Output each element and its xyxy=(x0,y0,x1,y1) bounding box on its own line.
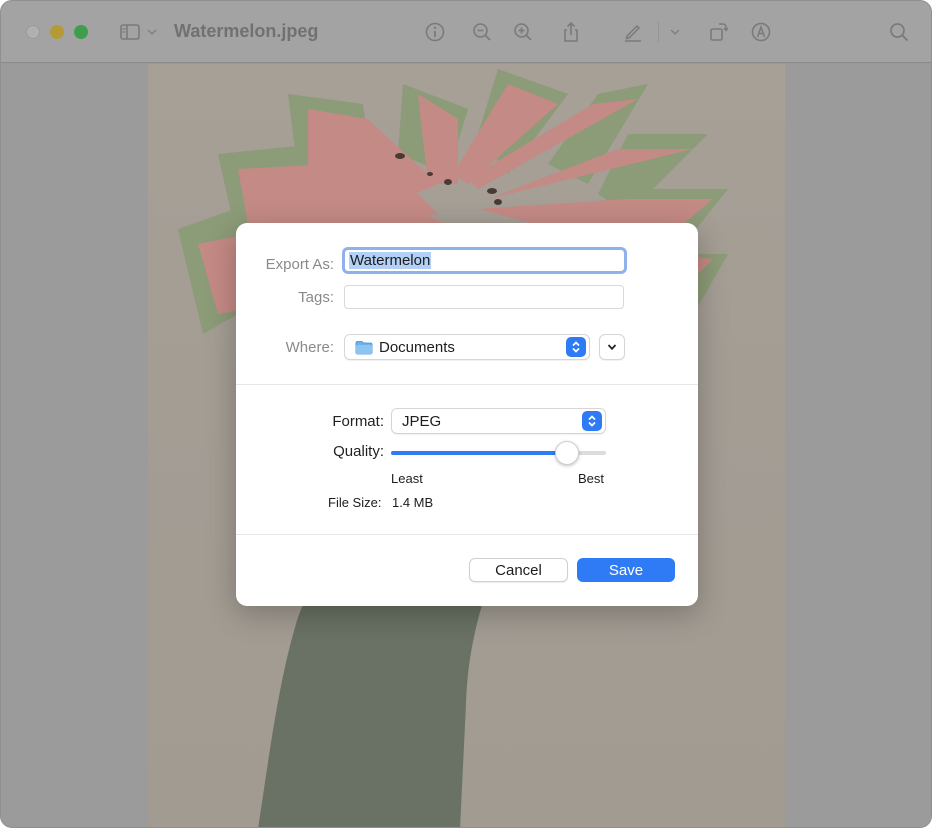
file-size-label: File Size: xyxy=(328,495,382,510)
tags-label: Tags: xyxy=(298,289,334,306)
window-title: Watermelon.jpeg xyxy=(174,21,319,41)
quality-slider-fill xyxy=(391,451,568,455)
tags-field[interactable] xyxy=(344,285,624,309)
expand-location-button[interactable] xyxy=(599,334,625,360)
zoom-in-icon[interactable] xyxy=(510,19,536,45)
export-as-label: Export As: xyxy=(265,256,334,273)
where-value: Documents xyxy=(379,338,455,356)
file-size-value: 1.4 MB xyxy=(392,495,434,510)
preview-window: Watermelon.jpeg Export As: Watermelon Ta… xyxy=(0,0,932,828)
close-window-button[interactable] xyxy=(26,25,40,39)
quality-min-label: Least xyxy=(391,471,423,486)
zoom-out-icon[interactable] xyxy=(469,19,495,45)
format-stepper-icon xyxy=(582,411,602,431)
title-bar: Watermelon.jpeg xyxy=(1,1,931,63)
divider-bottom xyxy=(236,534,698,535)
minimize-window-button[interactable] xyxy=(50,25,64,39)
export-as-field[interactable]: Watermelon xyxy=(342,247,627,274)
divider-top xyxy=(236,384,698,385)
format-value: JPEG xyxy=(402,412,442,430)
save-button[interactable]: Save xyxy=(577,558,675,582)
share-icon[interactable] xyxy=(558,19,584,45)
export-as-value: Watermelon xyxy=(349,252,432,269)
quality-slider[interactable] xyxy=(391,440,606,466)
search-icon[interactable] xyxy=(886,19,912,45)
quality-label: Quality: xyxy=(333,443,384,460)
where-label: Where: xyxy=(285,339,334,356)
format-popup[interactable]: JPEG xyxy=(391,408,606,434)
info-icon[interactable] xyxy=(422,19,448,45)
chevron-down-icon xyxy=(607,344,617,351)
sidebar-icon[interactable] xyxy=(117,19,143,45)
folder-icon xyxy=(355,340,373,355)
where-popup[interactable]: Documents xyxy=(344,334,590,360)
markup-chevron-down-icon[interactable] xyxy=(666,19,684,45)
format-label: Format: xyxy=(332,413,384,430)
cancel-button[interactable]: Cancel xyxy=(469,558,568,582)
chevron-down-icon[interactable] xyxy=(143,19,161,45)
toolbar-separator xyxy=(658,22,659,42)
markup-pen-icon[interactable] xyxy=(620,19,646,45)
quality-slider-knob[interactable] xyxy=(555,441,580,465)
zoom-window-button[interactable] xyxy=(74,25,88,39)
quality-max-label: Best xyxy=(578,471,605,486)
export-dialog: Export As: Watermelon Tags: Where: Docum… xyxy=(236,223,698,606)
annotate-icon[interactable] xyxy=(748,19,774,45)
rotate-icon[interactable] xyxy=(705,19,731,45)
where-stepper-icon xyxy=(566,337,586,357)
